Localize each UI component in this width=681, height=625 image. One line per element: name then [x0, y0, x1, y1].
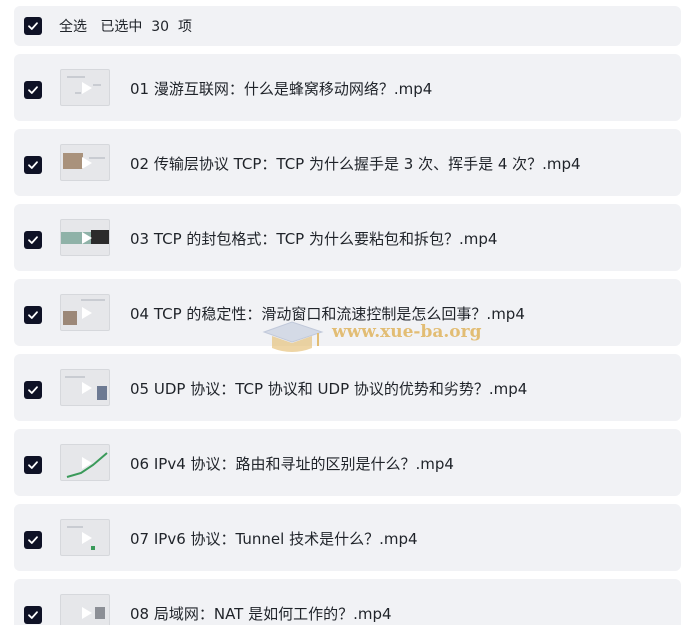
check-icon	[28, 86, 38, 94]
play-icon	[82, 457, 92, 469]
play-icon	[82, 307, 92, 319]
video-thumbnail[interactable]	[60, 594, 110, 625]
video-title: 05 UDP 协议：TCP 协议和 UDP 协议的优势和劣势？.mp4	[130, 380, 528, 398]
video-thumbnail[interactable]	[60, 144, 110, 181]
check-icon	[28, 22, 38, 30]
item-checkbox[interactable]	[24, 306, 42, 324]
list-item[interactable]: 03 TCP 的封包格式：TCP 为什么要粘包和拆包？.mp4	[14, 204, 681, 271]
select-all-bar[interactable]: 全选 已选中 30 项	[14, 6, 681, 46]
item-checkbox[interactable]	[24, 231, 42, 249]
video-title: 08 局域网：NAT 是如何工作的？.mp4	[130, 605, 392, 623]
item-checkbox[interactable]	[24, 81, 42, 99]
item-checkbox[interactable]	[24, 606, 42, 624]
check-icon	[28, 461, 38, 469]
list-item[interactable]: 04 TCP 的稳定性：滑动窗口和流速控制是怎么回事？.mp4	[14, 279, 681, 346]
video-title: 04 TCP 的稳定性：滑动窗口和流速控制是怎么回事？.mp4	[130, 305, 525, 323]
video-title: 06 IPv4 协议：路由和寻址的区别是什么？.mp4	[130, 455, 454, 473]
video-thumbnail[interactable]	[60, 369, 110, 406]
play-icon	[82, 607, 92, 619]
list-item[interactable]: 08 局域网：NAT 是如何工作的？.mp4	[14, 579, 681, 625]
play-icon	[82, 232, 92, 244]
video-thumbnail[interactable]	[60, 444, 110, 481]
video-title: 02 传输层协议 TCP：TCP 为什么握手是 3 次、挥手是 4 次？.mp4	[130, 155, 581, 173]
video-title: 01 漫游互联网：什么是蜂窝移动网络？.mp4	[130, 80, 433, 98]
video-thumbnail[interactable]	[60, 69, 110, 106]
list-item[interactable]: 01 漫游互联网：什么是蜂窝移动网络？.mp4	[14, 54, 681, 121]
item-checkbox[interactable]	[24, 531, 42, 549]
item-checkbox[interactable]	[24, 456, 42, 474]
check-icon	[28, 386, 38, 394]
list-item[interactable]: 05 UDP 协议：TCP 协议和 UDP 协议的优势和劣势？.mp4	[14, 354, 681, 421]
check-icon	[28, 236, 38, 244]
item-checkbox[interactable]	[24, 381, 42, 399]
item-checkbox[interactable]	[24, 156, 42, 174]
play-icon	[82, 532, 92, 544]
file-selection-list: 全选 已选中 30 项 01 漫游互联网：什么是蜂窝移动网络？.mp4 02 传…	[0, 0, 681, 625]
list-item[interactable]: 06 IPv4 协议：路由和寻址的区别是什么？.mp4	[14, 429, 681, 496]
video-thumbnail[interactable]	[60, 294, 110, 331]
play-icon	[82, 157, 92, 169]
play-icon	[82, 382, 92, 394]
check-icon	[28, 311, 38, 319]
video-thumbnail[interactable]	[60, 519, 110, 556]
select-all-checkbox[interactable]	[24, 17, 42, 35]
video-thumbnail[interactable]	[60, 219, 110, 256]
play-icon	[82, 82, 92, 94]
video-title: 03 TCP 的封包格式：TCP 为什么要粘包和拆包？.mp4	[130, 230, 498, 248]
check-icon	[28, 161, 38, 169]
selection-count-label: 全选 已选中 30 项	[59, 19, 192, 35]
list-item[interactable]: 02 传输层协议 TCP：TCP 为什么握手是 3 次、挥手是 4 次？.mp4	[14, 129, 681, 196]
list-item[interactable]: 07 IPv6 协议：Tunnel 技术是什么？.mp4	[14, 504, 681, 571]
check-icon	[28, 611, 38, 619]
video-title: 07 IPv6 协议：Tunnel 技术是什么？.mp4	[130, 530, 418, 548]
check-icon	[28, 536, 38, 544]
video-list: 01 漫游互联网：什么是蜂窝移动网络？.mp4 02 传输层协议 TCP：TCP…	[14, 54, 681, 625]
